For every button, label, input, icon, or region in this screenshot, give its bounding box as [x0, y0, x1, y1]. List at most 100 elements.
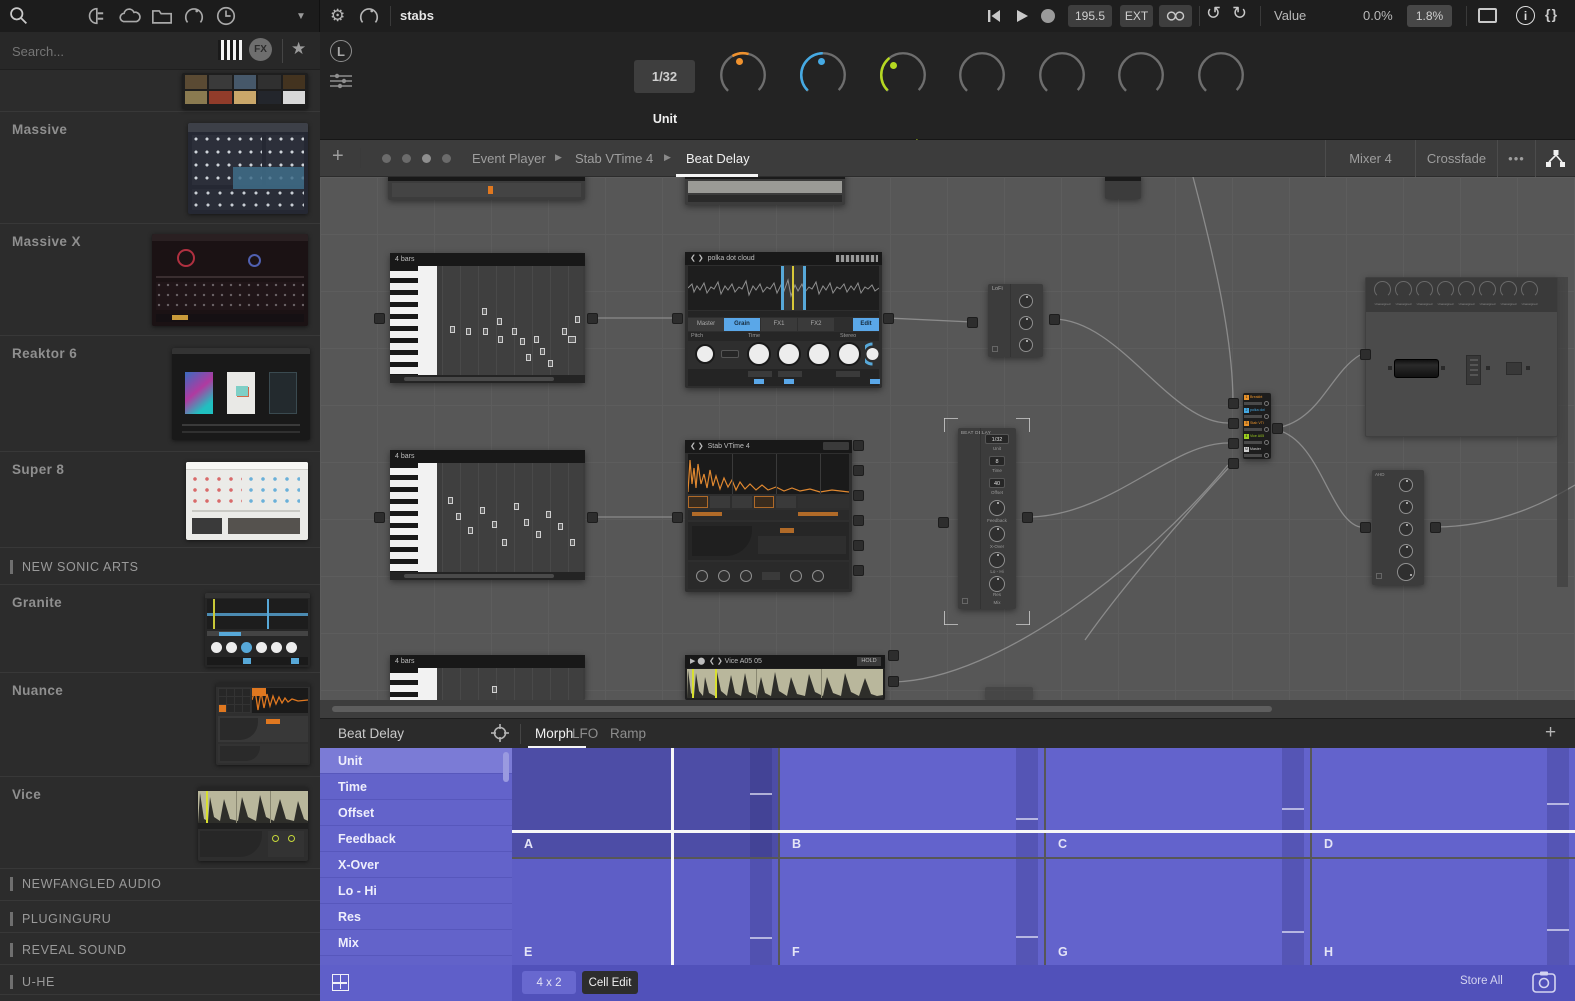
note[interactable] — [498, 336, 503, 343]
note[interactable] — [502, 539, 507, 546]
target-icon[interactable] — [490, 723, 510, 743]
patcher-view-icon[interactable] — [1535, 140, 1575, 177]
morph-cell-g[interactable]: G — [1046, 859, 1310, 965]
bd-xover-knob[interactable] — [989, 526, 1005, 542]
loop-marker[interactable] — [715, 669, 717, 698]
mixer-tab[interactable]: Mixer 4 — [1325, 140, 1415, 177]
list-item[interactable] — [0, 70, 320, 112]
latch-button[interactable]: L — [330, 40, 352, 62]
section-newfangled-audio[interactable]: NEWFANGLED AUDIO — [10, 877, 161, 891]
grid-layout-icon[interactable] — [332, 974, 349, 991]
granite-knob-pitch[interactable] — [695, 344, 715, 364]
bypass-checkbox[interactable] — [962, 598, 968, 604]
macro-knob[interactable] — [1521, 281, 1538, 298]
instruments-filter-icon[interactable] — [218, 40, 242, 60]
button[interactable] — [776, 496, 796, 508]
led-blue[interactable] — [870, 379, 880, 384]
tab-fx2[interactable]: FX2 — [798, 318, 834, 331]
redo-icon[interactable]: ↻ — [1232, 3, 1247, 24]
note-grid[interactable] — [442, 266, 583, 375]
cell-slider-handle[interactable] — [750, 937, 772, 939]
channel-pan[interactable] — [1264, 440, 1269, 445]
note[interactable] — [450, 326, 455, 333]
small-knob[interactable] — [696, 570, 708, 582]
port[interactable] — [587, 512, 598, 523]
chevron-down-icon[interactable]: ▼ — [296, 11, 306, 22]
cell-slider[interactable] — [750, 859, 772, 965]
braces-icon[interactable]: { } — [1545, 6, 1557, 22]
port[interactable] — [672, 512, 683, 523]
loop-end-marker[interactable] — [803, 266, 806, 310]
filter-sliders-icon[interactable] — [330, 72, 352, 90]
mixer-row-4[interactable]: 4 Vice A05 — [1244, 433, 1270, 445]
section-reveal-sound[interactable]: REVEAL SOUND — [10, 943, 127, 957]
breadcrumb-beat-delay-active[interactable]: Beat Delay — [686, 151, 750, 166]
bd-feedback-knob[interactable] — [989, 500, 1005, 516]
env-knob[interactable] — [1399, 544, 1413, 558]
module-partial-bottom[interactable] — [985, 687, 1033, 700]
note[interactable] — [520, 338, 525, 345]
note[interactable] — [456, 513, 461, 520]
param-row-lohi[interactable]: Lo - Hi — [320, 878, 512, 904]
note[interactable] — [483, 328, 488, 335]
mini-port[interactable] — [1388, 366, 1392, 370]
unit-value-button[interactable]: 1/32 — [634, 60, 695, 93]
note[interactable] — [492, 521, 497, 528]
tab-morph-active[interactable]: Morph — [535, 726, 573, 741]
start-knob[interactable]: Start — [794, 46, 852, 104]
note[interactable] — [568, 336, 576, 343]
module-stab-vtime[interactable]: ❮ ❯ Stab VTime 4 — [685, 440, 852, 592]
param-row-xover[interactable]: X-Over — [320, 852, 512, 878]
list-item-vice[interactable]: Vice — [0, 777, 320, 869]
cell-slider[interactable] — [1016, 748, 1038, 857]
fader-module[interactable] — [1394, 359, 1439, 378]
cell-slider-handle[interactable] — [1016, 818, 1038, 820]
env-knob[interactable] — [1399, 478, 1413, 492]
bd-offset-value[interactable]: 40 — [989, 478, 1005, 488]
small-knob[interactable] — [812, 570, 824, 582]
tempo-display[interactable]: 195.5 — [1068, 5, 1112, 27]
note-grid[interactable] — [442, 463, 583, 572]
module-mixer[interactable]: 1 Breakbt 2 polka dot 3 Stab VTi 4 Vice … — [1243, 393, 1271, 459]
port[interactable] — [1049, 314, 1060, 325]
morph-cell-f[interactable]: F — [780, 859, 1044, 965]
window-layout-icon[interactable] — [1478, 8, 1497, 23]
note[interactable] — [482, 308, 487, 315]
module-partial-sequencer[interactable] — [388, 177, 585, 200]
channel-fader[interactable] — [1244, 402, 1262, 405]
port[interactable] — [672, 313, 683, 324]
module-partial-small[interactable] — [1105, 177, 1141, 199]
small-knob[interactable] — [790, 570, 802, 582]
macro-knob[interactable] — [1479, 281, 1496, 298]
canvas-hscroll-thumb[interactable] — [332, 706, 1272, 712]
module-macro-container[interactable]: Unassigned Unassigned Unassigned Unassig… — [1365, 277, 1558, 437]
note[interactable] — [448, 497, 453, 504]
env-knob[interactable] — [1399, 500, 1413, 514]
port[interactable] — [1228, 418, 1239, 429]
vice-waveform[interactable] — [687, 669, 883, 698]
page-dot[interactable] — [402, 154, 411, 163]
cloud-icon[interactable] — [118, 6, 142, 26]
list-item-massive-x[interactable]: Massive X — [0, 224, 320, 336]
module-piano-roll-3[interactable]: 4 bars — [390, 655, 585, 700]
knob-mode-icon[interactable] — [358, 5, 380, 27]
note[interactable] — [548, 360, 553, 367]
page-dot-active[interactable] — [422, 154, 431, 163]
note[interactable] — [524, 519, 529, 526]
morph-cell-b[interactable]: B — [780, 748, 1044, 857]
bypass-checkbox[interactable] — [992, 346, 998, 352]
param-row-feedback[interactable]: Feedback — [320, 826, 512, 852]
port[interactable] — [1228, 438, 1239, 449]
grid-size-button[interactable]: 4 x 2 — [522, 971, 576, 994]
tab-grain-active[interactable]: Grain — [724, 318, 760, 331]
header-button[interactable] — [823, 442, 849, 450]
list-item-granite[interactable]: Granite — [0, 585, 320, 673]
folder-icon[interactable] — [151, 7, 173, 25]
play-button[interactable] — [1014, 8, 1030, 24]
list-item-nuance[interactable]: Nuance — [0, 673, 320, 777]
note[interactable] — [497, 318, 502, 325]
stab-edit-area[interactable] — [688, 522, 849, 560]
section-u-he[interactable]: U-HE — [10, 975, 55, 989]
note[interactable] — [526, 354, 531, 361]
small-knob[interactable] — [740, 570, 752, 582]
